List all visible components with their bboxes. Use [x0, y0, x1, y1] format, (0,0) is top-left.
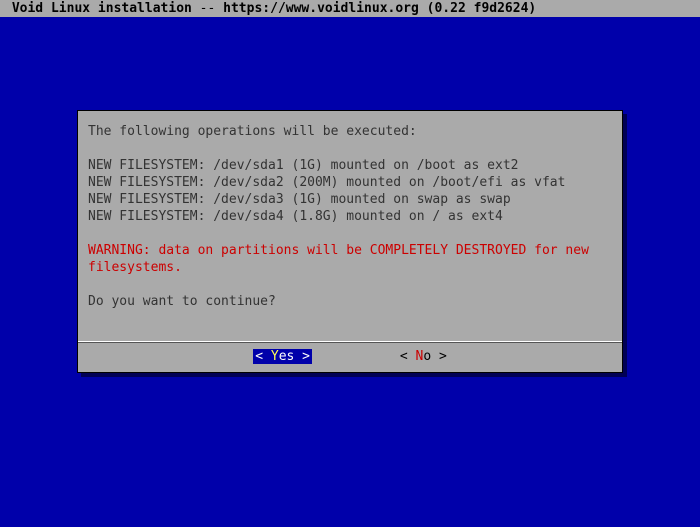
button-row: < Yes > < No > — [78, 343, 622, 372]
title-label: Void Linux installation — [12, 1, 192, 16]
fs-line: NEW FILESYSTEM: /dev/sda4 (1.8G) mounted… — [88, 208, 612, 225]
intro-text: The following operations will be execute… — [88, 123, 612, 140]
title-bar: Void Linux installation -- https://www.v… — [0, 0, 700, 17]
continue-prompt: Do you want to continue? — [88, 293, 612, 310]
title-version: (0.22 f9d2624) — [427, 1, 537, 16]
dialog-body: The following operations will be execute… — [78, 111, 622, 341]
no-button[interactable]: < No > — [400, 349, 447, 364]
fs-line: NEW FILESYSTEM: /dev/sda1 (1G) mounted o… — [88, 157, 612, 174]
yes-button[interactable]: < Yes > — [253, 349, 312, 364]
fs-line: NEW FILESYSTEM: /dev/sda3 (1G) mounted o… — [88, 191, 612, 208]
title-url: https://www.voidlinux.org — [223, 1, 419, 16]
fs-line: NEW FILESYSTEM: /dev/sda2 (200M) mounted… — [88, 174, 612, 191]
warning-text: WARNING: data on partitions will be COMP… — [88, 242, 612, 276]
confirm-dialog: The following operations will be execute… — [77, 110, 623, 373]
title-sep: -- — [192, 1, 223, 16]
